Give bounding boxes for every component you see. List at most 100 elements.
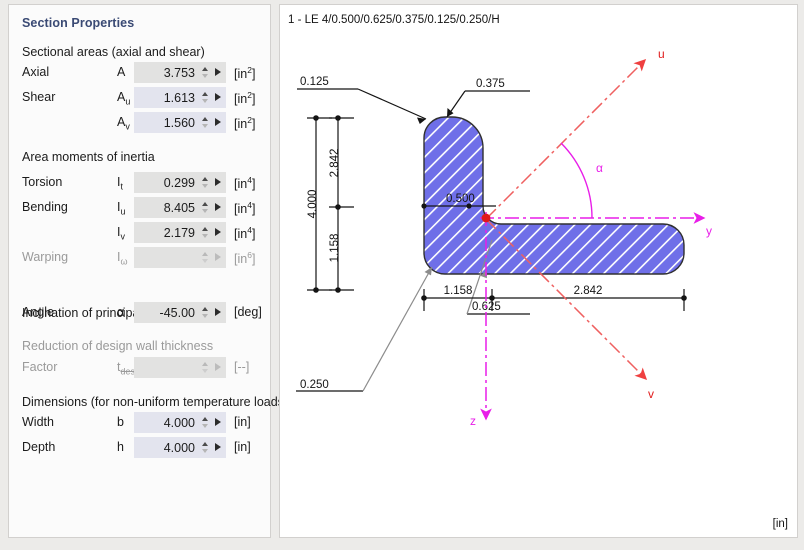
- row-label: Torsion: [22, 175, 63, 189]
- axis-u: u: [485, 47, 665, 220]
- field-value: 3.753: [163, 65, 195, 80]
- dim-chain-inner-heights: 2.842 1.158: [329, 115, 354, 293]
- row-label: Angle: [22, 305, 54, 319]
- play-arrow-icon[interactable]: [212, 172, 226, 193]
- play-arrow-icon[interactable]: [212, 62, 226, 83]
- leader-round-top: 0.375: [446, 78, 530, 118]
- row-unit: [in4]: [234, 175, 256, 192]
- row-depth: Depth h 4.000 [in]: [22, 437, 262, 458]
- row-symbol: Iω: [117, 250, 128, 267]
- row-unit: [--]: [234, 360, 250, 374]
- row-unit: [in4]: [234, 225, 256, 242]
- axis-label-alpha: α: [596, 161, 603, 175]
- field-value: 1.613: [163, 90, 195, 105]
- dim-thickness-top: 0.125: [300, 76, 329, 88]
- warping-constant-input: [134, 247, 226, 268]
- axis-label-v: v: [648, 387, 654, 401]
- row-bending-inertia-u: Bending Iu 8.405 [in4]: [22, 197, 262, 218]
- axial-area-input[interactable]: 3.753: [134, 62, 226, 83]
- row-symbol: It: [117, 175, 123, 192]
- spinner-stepper[interactable]: [200, 437, 212, 458]
- field-value: 2.179: [163, 225, 195, 240]
- spinner-stepper[interactable]: [200, 172, 212, 193]
- spinner-stepper[interactable]: [200, 112, 212, 133]
- dim-width-left: 1.158: [444, 285, 473, 297]
- axis-label-z: z: [470, 414, 476, 428]
- dim-width-right: 2.842: [574, 285, 603, 297]
- play-arrow-icon[interactable]: [212, 197, 226, 218]
- play-arrow-icon[interactable]: [212, 222, 226, 243]
- torsion-inertia-input[interactable]: 0.299: [134, 172, 226, 193]
- section-properties-window: Section Properties Sectional areas (axia…: [0, 0, 804, 550]
- spinner-stepper[interactable]: [200, 302, 212, 323]
- row-shear-area-u: Shear Au 1.613 [in2]: [22, 87, 262, 108]
- field-value: 0.299: [163, 175, 195, 190]
- row-unit: [deg]: [234, 305, 262, 319]
- bending-inertia-v-input[interactable]: 2.179: [134, 222, 226, 243]
- dim-total-height: 4.000: [307, 190, 319, 219]
- row-warping-constant: Warping Iω [in6]: [22, 247, 262, 268]
- row-symbol: Iv: [117, 225, 125, 242]
- row-unit: [in]: [234, 415, 251, 429]
- dim-height-upper: 2.842: [329, 149, 341, 178]
- group-heading-area-moments: Area moments of inertia: [22, 150, 155, 164]
- row-unit: [in6]: [234, 250, 256, 267]
- dim-chain-total-height: 4.000: [307, 115, 332, 293]
- row-axial-area: Axial A 3.753 [in2]: [22, 62, 262, 83]
- play-arrow-icon[interactable]: [212, 412, 226, 433]
- play-arrow-icon[interactable]: [212, 302, 226, 323]
- spinner-stepper: [200, 357, 212, 378]
- row-label: Factor: [22, 360, 58, 374]
- row-unit: [in4]: [234, 200, 256, 217]
- dim-height-lower: 1.158: [329, 234, 341, 263]
- bending-inertia-u-input[interactable]: 8.405: [134, 197, 226, 218]
- width-input[interactable]: 4.000: [134, 412, 226, 433]
- play-arrow-icon[interactable]: [212, 87, 226, 108]
- field-value: 1.560: [163, 115, 195, 130]
- row-bending-inertia-v: Iv 2.179 [in4]: [22, 222, 262, 243]
- axis-label-u: u: [658, 47, 665, 61]
- row-label: Axial: [22, 65, 50, 79]
- group-heading-sectional-areas: Sectional areas (axial and shear): [22, 45, 205, 59]
- row-symbol: Av: [117, 115, 130, 132]
- row-symbol: h: [117, 440, 124, 454]
- shear-area-v-input[interactable]: 1.560: [134, 112, 226, 133]
- row-label: Shear: [22, 90, 56, 104]
- dim-chain-widths: 1.158 2.842: [421, 285, 687, 311]
- dim-leg-width: 0.500: [446, 193, 475, 205]
- field-value: 8.405: [163, 200, 195, 215]
- play-arrow-icon[interactable]: [212, 437, 226, 458]
- spinner-stepper[interactable]: [200, 412, 212, 433]
- group-heading-dimensions: Dimensions (for non-uniform temperature …: [22, 395, 289, 409]
- section-svg: 0.125 0.375 0.500 0.250 4.000 2.842 1.15…: [296, 47, 712, 428]
- row-unit: [in2]: [234, 115, 256, 132]
- play-arrow-icon: [212, 247, 226, 268]
- drawing-canvas[interactable]: 0.125 0.375 0.500 0.250 4.000 2.842 1.15…: [280, 5, 797, 537]
- spinner-stepper[interactable]: [200, 62, 212, 83]
- spinner-stepper[interactable]: [200, 197, 212, 218]
- row-thickness-factor: Factor tdes/t [--]: [22, 357, 262, 378]
- row-label: Depth: [22, 440, 56, 454]
- row-principal-angle: Angle α -45.00 [deg]: [22, 302, 262, 323]
- panel-title: Section Properties: [22, 16, 135, 30]
- play-arrow-icon: [212, 357, 226, 378]
- play-arrow-icon[interactable]: [212, 112, 226, 133]
- dim-round-top: 0.375: [476, 78, 505, 90]
- field-value: 4.000: [163, 440, 195, 455]
- shear-area-u-input[interactable]: 1.613: [134, 87, 226, 108]
- spinner-stepper[interactable]: [200, 222, 212, 243]
- row-unit: [in2]: [234, 65, 256, 82]
- angle-alpha-arc: α: [560, 142, 603, 219]
- depth-input[interactable]: 4.000: [134, 437, 226, 458]
- centroid-marker: [481, 213, 491, 223]
- spinner-stepper[interactable]: [200, 87, 212, 108]
- row-symbol: α: [117, 305, 125, 319]
- row-label: Bending: [22, 200, 68, 214]
- group-heading-reduction: Reduction of design wall thickness: [22, 339, 214, 353]
- thickness-factor-input: [134, 357, 226, 378]
- section-drawing-panel[interactable]: 1 - LE 4/0.500/0.625/0.375/0.125/0.250/H…: [279, 4, 798, 538]
- dim-round-bottom: 0.250: [300, 379, 329, 391]
- row-unit: [in]: [234, 440, 251, 454]
- principal-angle-input[interactable]: -45.00: [134, 302, 226, 323]
- row-symbol: A: [117, 65, 126, 79]
